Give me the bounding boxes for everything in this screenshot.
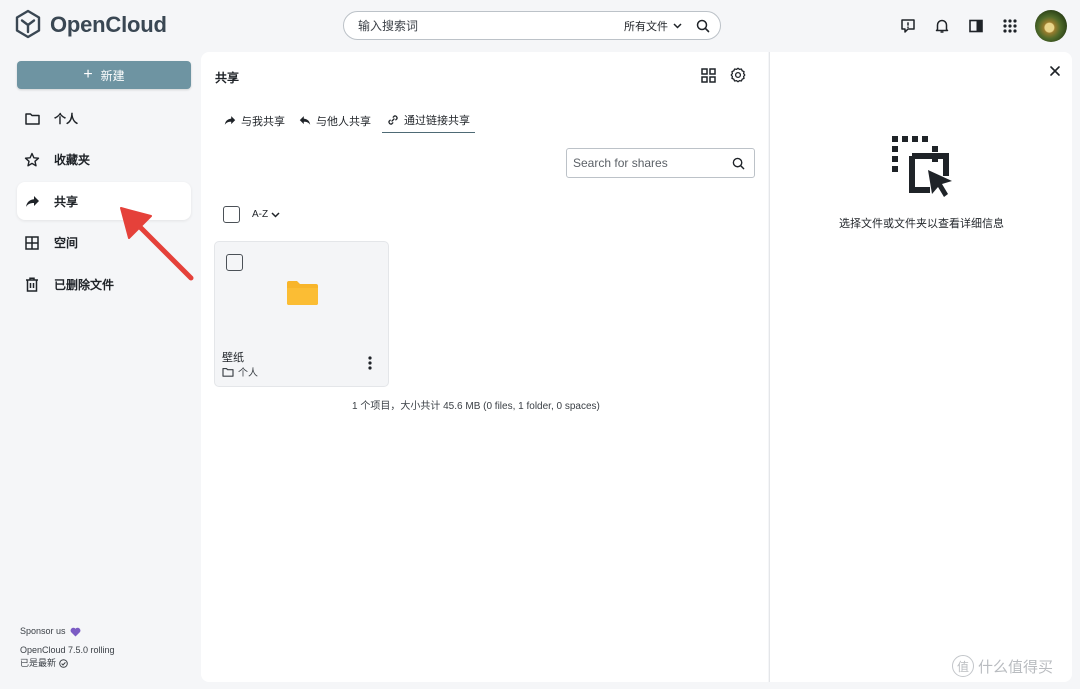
page-title: 共享 [215, 71, 240, 85]
sidebar-item-label: 已删除文件 [54, 277, 115, 292]
watermark-badge: 值 [952, 655, 974, 677]
share-arrow-icon [224, 116, 236, 125]
feedback-icon[interactable] [897, 11, 919, 41]
share-arrow-icon [24, 193, 40, 209]
sidebar-item-personal[interactable]: 个人 [17, 99, 191, 137]
apps-grid-icon[interactable] [999, 11, 1021, 41]
global-search[interactable]: 输入搜索词 所有文件 [343, 11, 721, 40]
folder-icon [287, 281, 318, 305]
app-name: OpenCloud [50, 12, 167, 37]
heart-icon [70, 627, 80, 636]
sidebar-item-label: 空间 [54, 236, 79, 250]
version-label: OpenCloud 7.5.0 rolling [20, 645, 115, 655]
sidebar-item-label: 个人 [54, 111, 79, 126]
search-scope-label: 所有文件 [624, 20, 668, 33]
settings-gear-icon[interactable] [729, 66, 747, 84]
opencloud-logo-icon [15, 9, 41, 39]
sidebar-item-label: 共享 [54, 194, 79, 209]
new-button-label: 新建 [100, 68, 125, 83]
sponsor-label: Sponsor us [20, 626, 66, 636]
annotation-arrow-icon [120, 207, 194, 281]
share-search-input[interactable] [573, 156, 732, 170]
close-icon[interactable] [1048, 64, 1062, 78]
check-circle-icon [59, 659, 68, 668]
sidebar-footer: Sponsor us OpenCloud 7.5.0 rolling 已是最新 [20, 625, 115, 670]
sponsor-link[interactable]: Sponsor us [20, 625, 115, 638]
sidebar-item-label: 收藏夹 [54, 153, 91, 167]
main-panel: 共享 与我共享 与他人共享 通过链接共享 Search for shares A… [201, 52, 768, 682]
user-avatar[interactable] [1035, 10, 1067, 42]
update-status: 已是最新 [20, 658, 57, 668]
plus-icon: + [83, 66, 93, 83]
details-panel: 选择文件或文件夹以查看详细信息 [769, 52, 1072, 682]
sort-dropdown[interactable]: A-Z [252, 209, 280, 220]
tab-shared-with-me[interactable]: 与我共享 [221, 108, 288, 133]
details-hint: 选择文件或文件夹以查看详细信息 [839, 218, 1004, 230]
watermark: 值 什么值得买 [952, 655, 1053, 677]
share-search-box [566, 148, 755, 178]
new-button[interactable]: + 新建 [17, 61, 191, 89]
link-icon [388, 115, 398, 125]
more-actions-icon[interactable] [362, 353, 378, 373]
watermark-text: 什么值得买 [978, 658, 1054, 676]
sidebar-toggle-icon[interactable] [965, 11, 987, 41]
tile-view-icon[interactable] [699, 66, 717, 84]
chevron-down-icon [271, 211, 280, 218]
spaces-grid-icon [24, 235, 40, 251]
trash-icon [24, 276, 40, 292]
tab-label: 通过链接共享 [404, 115, 470, 127]
tab-shared-via-link[interactable]: 通过链接共享 [382, 108, 475, 133]
tile-location: 个人 [222, 364, 258, 379]
tab-label: 与他人共享 [316, 115, 371, 128]
resource-tile[interactable]: 壁纸 个人 [214, 241, 389, 387]
sort-label: A-Z [252, 209, 269, 220]
app-logo[interactable]: OpenCloud [14, 9, 167, 41]
tile-location-label: 个人 [238, 368, 258, 379]
search-icon[interactable] [732, 157, 745, 170]
folder-icon [24, 110, 40, 126]
resource-summary: 1 个项目，大小共计 45.6 MB (0 files, 1 folder, 0… [352, 401, 600, 412]
bell-icon[interactable] [931, 11, 953, 41]
tile-checkbox[interactable] [226, 254, 243, 271]
search-icon[interactable] [696, 19, 710, 33]
tab-label: 与我共享 [241, 115, 285, 128]
share-tabs: 与我共享 与他人共享 通过链接共享 [221, 108, 483, 133]
select-all-checkbox[interactable] [223, 206, 240, 223]
chevron-down-icon [673, 22, 682, 29]
select-cursor-icon [892, 136, 952, 197]
sidebar-item-favorites[interactable]: 收藏夹 [17, 141, 191, 179]
global-search-input[interactable]: 输入搜索词 [358, 17, 624, 34]
reply-arrow-icon [299, 116, 311, 125]
star-icon [24, 152, 40, 168]
folder-outline-icon [222, 367, 234, 377]
search-scope-select[interactable]: 所有文件 [624, 18, 682, 34]
tab-shared-with-others[interactable]: 与他人共享 [296, 108, 374, 133]
tile-name[interactable]: 壁纸 [222, 349, 244, 365]
